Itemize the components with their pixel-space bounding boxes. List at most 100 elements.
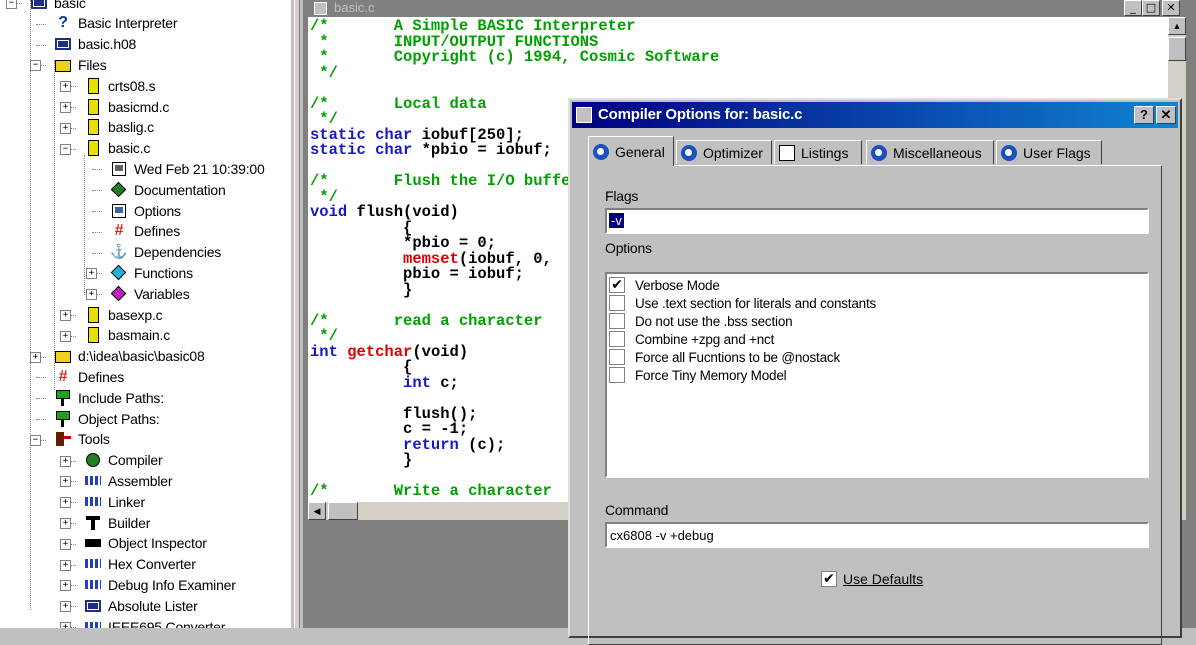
expand-toggle[interactable]: + <box>60 122 71 134</box>
collapse-toggle[interactable]: − <box>30 60 41 72</box>
compiler-options-dialog: Compiler Options for: basic.c ? ✕ Genera… <box>568 98 1182 645</box>
expand-toggle[interactable]: + <box>86 268 97 280</box>
option-checkbox[interactable] <box>609 295 625 311</box>
tree-item-label: Defines <box>78 368 125 385</box>
expand-toggle[interactable]: + <box>60 476 71 488</box>
option-item[interactable]: Force all Fucntions to be @nostack <box>609 348 840 366</box>
tree-item[interactable]: Assembler <box>84 470 173 491</box>
tree-item[interactable]: Tools <box>54 429 110 450</box>
tree-item[interactable]: ⚓ Dependencies <box>110 242 221 263</box>
collapse-toggle[interactable]: − <box>6 0 17 9</box>
tree-connector <box>92 169 102 171</box>
option-checkbox[interactable] <box>609 367 625 383</box>
tree-item[interactable]: Compiler <box>84 450 163 471</box>
tree-item[interactable]: crts08.s <box>84 75 156 96</box>
tree-item[interactable]: baslig.c <box>84 117 154 138</box>
tree-item-label: baslig.c <box>108 119 154 136</box>
help-button[interactable]: ? <box>1134 106 1154 124</box>
expand-toggle[interactable]: + <box>60 497 71 509</box>
collapse-toggle[interactable]: − <box>30 434 41 446</box>
tree-item-label: Object Paths: <box>78 410 160 427</box>
options-label: Options <box>605 240 652 256</box>
tree-item[interactable]: Documentation <box>110 179 226 200</box>
expand-toggle[interactable]: + <box>60 455 71 467</box>
tree-item[interactable]: basic.h08 <box>54 34 136 55</box>
tab-optimizer[interactable]: Optimizer <box>676 140 772 164</box>
expand-toggle[interactable]: + <box>60 518 71 529</box>
tree-scrollbar[interactable] <box>294 0 300 628</box>
tree-item[interactable]: basexp.c <box>84 304 163 325</box>
option-item[interactable]: Force Tiny Memory Model <box>609 366 787 384</box>
tree-item[interactable]: Wed Feb 21 10:39:00 <box>110 158 265 179</box>
tree-item[interactable]: Builder <box>84 512 150 533</box>
tree-item[interactable]: Hex Converter <box>84 554 196 575</box>
expand-toggle[interactable]: + <box>60 559 71 571</box>
tree-item[interactable]: d:\idea\basic\basic08 <box>54 346 205 367</box>
option-checkbox[interactable]: ✔ <box>609 277 625 293</box>
tree-item[interactable]: Functions <box>110 262 193 283</box>
tab-general[interactable]: General <box>588 136 674 166</box>
tree-item[interactable]: basmain.c <box>84 325 170 346</box>
option-item[interactable]: Combine +zpg and +nct <box>609 330 774 348</box>
editor-titlebar: basic.c _ □ ✕ <box>304 0 1196 17</box>
tree-item[interactable]: basic.c <box>84 138 150 159</box>
expand-toggle[interactable]: + <box>60 538 71 550</box>
project-tree[interactable]: − basic? Basic Interpreter basic.h08 − Files +… <box>0 0 290 628</box>
tab-user-flags[interactable]: User Flags <box>996 140 1102 164</box>
scroll-left-button[interactable]: ◀ <box>308 502 326 520</box>
tree-item[interactable]: basic <box>30 0 86 13</box>
expand-toggle[interactable]: + <box>30 351 41 363</box>
option-item[interactable]: Do not use the .bss section <box>609 312 793 330</box>
tree-item[interactable]: Debug Info Examiner <box>84 574 236 595</box>
tree-connector <box>36 419 46 420</box>
tab-listings[interactable]: Listings <box>774 140 862 164</box>
vertical-scroll-thumb[interactable] <box>1168 37 1186 61</box>
tree-item[interactable]: Files <box>54 54 107 75</box>
expand-toggle[interactable]: + <box>60 330 71 342</box>
option-item[interactable]: ✔ Verbose Mode <box>609 276 720 294</box>
converter-icon <box>84 576 102 594</box>
option-checkbox[interactable] <box>609 349 625 365</box>
collapse-toggle[interactable]: − <box>60 143 71 155</box>
horizontal-scroll-thumb[interactable] <box>328 502 358 520</box>
expand-toggle[interactable]: + <box>60 601 71 613</box>
tab-miscellaneous[interactable]: Miscellaneous <box>866 140 994 164</box>
command-input[interactable]: cx6808 -v +debug <box>605 522 1149 548</box>
close-button[interactable]: ✕ <box>1156 106 1176 124</box>
tree-item-label: Functions <box>134 264 193 281</box>
tree-item-label: Debug Info Examiner <box>108 576 236 593</box>
expand-toggle[interactable]: + <box>60 622 71 628</box>
flags-input[interactable]: -v <box>605 208 1149 234</box>
tree-item[interactable]: Absolute Lister <box>84 595 198 616</box>
option-label: Combine +zpg and +nct <box>635 331 775 347</box>
tree-item[interactable]: # Defines <box>110 221 181 242</box>
option-checkbox[interactable] <box>609 313 625 329</box>
option-checkbox[interactable] <box>609 331 625 347</box>
option-item[interactable]: Use .text section for literals and const… <box>609 294 876 312</box>
tree-item[interactable]: Options <box>110 200 181 221</box>
expand-toggle[interactable]: + <box>60 102 71 113</box>
tree-splitter[interactable] <box>290 0 304 628</box>
expand-toggle[interactable]: + <box>60 310 71 321</box>
maximize-button[interactable]: □ <box>1142 0 1160 16</box>
minimize-button[interactable]: _ <box>1124 0 1142 16</box>
expand-toggle[interactable]: + <box>86 289 97 301</box>
expand-toggle[interactable]: + <box>60 81 71 93</box>
tree-item[interactable]: Object Inspector <box>84 533 207 554</box>
tree-item[interactable]: Variables <box>110 283 190 304</box>
tree-item[interactable]: Object Paths: <box>54 408 160 429</box>
tree-item[interactable]: ? Basic Interpreter <box>54 13 177 34</box>
scroll-up-button[interactable]: ▲ <box>1168 17 1186 35</box>
close-button[interactable]: ✕ <box>1162 0 1180 16</box>
tree-item[interactable]: Include Paths: <box>54 387 164 408</box>
tree-item[interactable]: # Defines <box>54 366 125 387</box>
expand-toggle[interactable]: + <box>60 580 71 592</box>
tree-item[interactable]: Linker <box>84 491 145 512</box>
options-list[interactable]: ✔ Verbose Mode Use .text section for liter… <box>605 272 1149 478</box>
tree-item[interactable]: IEEE695 Converter <box>84 616 225 628</box>
tree-item[interactable]: basicmd.c <box>84 96 169 117</box>
use-defaults-checkbox[interactable]: ✔ Use Defaults <box>821 571 923 587</box>
tree-guide <box>84 155 85 295</box>
checkbox[interactable]: ✔ <box>821 571 837 587</box>
code-line: } <box>310 452 412 469</box>
